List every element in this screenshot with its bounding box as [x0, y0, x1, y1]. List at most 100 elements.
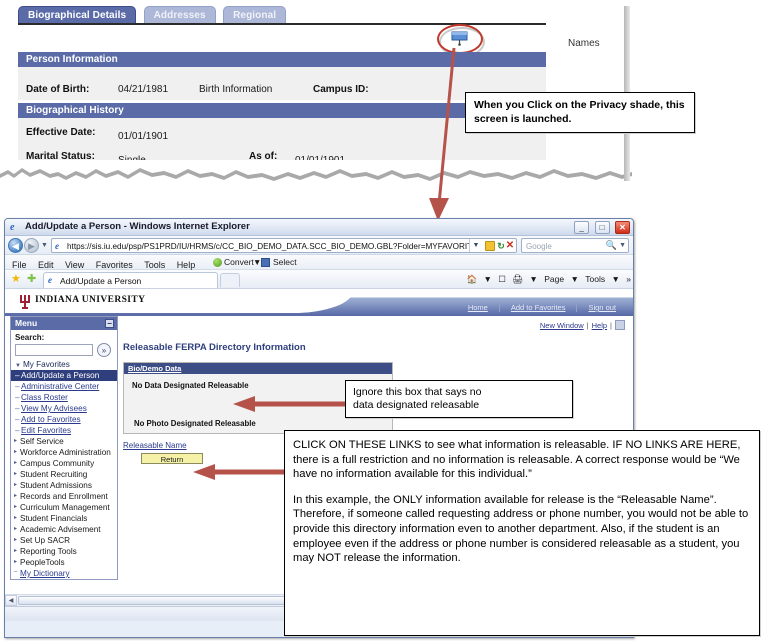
collapsed-caret-icon: ▸ — [14, 504, 18, 510]
new-tab-button[interactable] — [220, 273, 240, 287]
address-dropdown-icon[interactable]: ▼ — [469, 239, 482, 252]
search-go-button[interactable]: » — [97, 343, 111, 357]
tab-regional[interactable]: Regional — [223, 6, 287, 24]
sidebar-group-student-recruiting[interactable]: ▸ Student Recruiting — [11, 469, 117, 480]
window-title-bar: e Add/Update a Person - Windows Internet… — [5, 219, 633, 236]
sidebar-group-label: Campus Community — [20, 459, 95, 468]
stop-icon[interactable]: ✕ — [505, 241, 515, 251]
sidebar-group-academic-advisement[interactable]: ▸ Academic Advisement — [11, 524, 117, 535]
releasable-name-link[interactable]: Releasable Name — [123, 441, 187, 450]
sidebar-item-view-my-advisees[interactable]: – View My Advisees — [11, 403, 117, 414]
collapse-menu-icon[interactable]: − — [105, 319, 114, 328]
search-provider-dropdown-icon[interactable]: ▼ — [619, 242, 626, 249]
callout-links-paragraph-2: In this example, the ONLY information av… — [293, 493, 749, 565]
tab-biographical-details[interactable]: Biographical Details — [18, 6, 137, 24]
browser-search-box[interactable]: Google 🔍 ▼ — [521, 238, 629, 253]
select-command[interactable]: Select — [273, 257, 297, 267]
torn-edge — [0, 160, 632, 186]
my-favorites-header[interactable]: ▼ My Favorites — [11, 357, 117, 370]
page-favicon-icon: e — [55, 241, 59, 251]
no-photo-designated-releasable-text: No Photo Designated Releasable — [134, 419, 256, 428]
collapsed-caret-icon: ▸ — [14, 438, 18, 444]
callout-ignore-box: Ignore this box that says no data design… — [345, 380, 573, 419]
collapsed-caret-icon: ▸ — [14, 515, 18, 521]
sidebar-group-curriculum-management[interactable]: ▸ Curriculum Management — [11, 502, 117, 513]
menu-search-input[interactable] — [15, 344, 93, 356]
privacy-shade-icon[interactable] — [451, 31, 468, 46]
convert-command[interactable]: Convert — [224, 257, 254, 267]
collapsed-caret-icon: ▸ — [14, 471, 18, 477]
sidebar-group-label: Curriculum Management — [20, 503, 110, 512]
iu-header: INDIANA UNIVERSITY Home Add to Favorites S… — [5, 289, 633, 316]
page-menu[interactable]: Page — [544, 274, 564, 284]
sidebar-group-peopletools[interactable]: ▸ PeopleTools — [11, 557, 117, 568]
link-home[interactable]: Home — [457, 303, 499, 312]
sidebar-group-self-service[interactable]: ▸ Self Service — [11, 436, 117, 447]
return-button[interactable]: Return — [141, 453, 203, 464]
birth-information-link[interactable]: Birth Information — [199, 84, 272, 95]
print-dropdown-icon[interactable]: ▼ — [529, 274, 537, 284]
effective-date-value: 01/01/1901 — [118, 131, 169, 142]
sidebar-group-campus-community[interactable]: ▸ Campus Community — [11, 458, 117, 469]
forward-button[interactable]: ▶ — [24, 238, 39, 253]
favorites-and-tab-bar: ★ ✚ e Add/Update a Person 🏠 ▼ ☐ 🖨 ▼ Page… — [5, 270, 633, 289]
tab-addresses[interactable]: Addresses — [143, 6, 216, 24]
command-bar-right: 🏠 ▼ ☐ 🖨 ▼ Page ▼ Tools ▼ » — [462, 272, 631, 286]
sidebar-item-label: View My Advisees — [21, 404, 87, 413]
effective-date-label: Effective Date: — [26, 127, 96, 138]
search-label: Search: — [15, 333, 45, 342]
overflow-chevron-icon[interactable]: » — [626, 274, 631, 284]
tab-favicon-icon: e — [48, 275, 52, 285]
link-help[interactable]: Help — [592, 321, 607, 330]
sidebar-group-student-financials[interactable]: ▸ Student Financials — [11, 513, 117, 524]
expanded-caret-icon: ▼ — [15, 363, 21, 369]
callout-ignore-line1: Ignore this box that says no — [353, 386, 482, 398]
minimize-icon: _ — [579, 223, 584, 232]
back-button[interactable]: ◀ — [8, 238, 23, 253]
page-dropdown-icon[interactable]: ▼ — [570, 274, 578, 284]
sidebar-group-label: Set Up SACR — [20, 536, 71, 545]
no-data-designated-releasable-text: No Data Designated Releasable — [132, 381, 249, 390]
close-button[interactable]: ✕ — [615, 221, 630, 234]
sidebar-group-set-up-sacr[interactable]: ▸ Set Up SACR — [11, 535, 117, 546]
screenshot-root: Biographical Details Addresses Regional … — [0, 0, 762, 641]
tools-dropdown-icon[interactable]: ▼ — [611, 274, 619, 284]
sidebar-group-workforce-administration[interactable]: ▸ Workforce Administration — [11, 447, 117, 458]
sidebar-item-add-update-a-person[interactable]: – Add/Update a Person — [11, 370, 117, 381]
print-icon[interactable]: 🖨 — [512, 274, 523, 284]
sidebar-item-class-roster[interactable]: – Class Roster — [11, 392, 117, 403]
tools-menu[interactable]: Tools — [585, 274, 605, 284]
add-to-favorites-icon[interactable]: ✚ — [27, 274, 36, 285]
favorites-star-icon[interactable]: ★ — [11, 274, 21, 285]
sidebar-item-edit-favorites[interactable]: – Edit Favorites — [11, 425, 117, 436]
customize-page-icon[interactable] — [615, 320, 625, 330]
maximize-button[interactable]: □ — [594, 221, 610, 234]
collapsed-caret-icon: ▸ — [14, 526, 18, 532]
sidebar-item-label: Administrative Center — [21, 382, 100, 391]
sidebar-item-add-to-favorites[interactable]: – Add to Favorites — [11, 414, 117, 425]
search-icon[interactable]: 🔍 — [606, 240, 617, 251]
callout-privacy-text: When you Click on the Privacy shade, thi… — [474, 99, 685, 125]
link-sign-out[interactable]: Sign out — [576, 303, 627, 312]
history-dropdown-icon[interactable]: ▼ — [41, 242, 48, 249]
minimize-button[interactable]: _ — [574, 221, 590, 234]
item-dash-icon: – — [15, 371, 20, 380]
link-new-window[interactable]: New Window — [540, 321, 584, 330]
sidebar-group-records-and-enrollment[interactable]: ▸ Records and Enrollment — [11, 491, 117, 502]
navigation-bar: ◀ ▶ ▼ e https://sis.iu.edu/psp/PS1PRD/IU… — [5, 236, 633, 255]
home-dropdown-icon[interactable]: ▼ — [483, 274, 491, 284]
address-bar[interactable]: e https://sis.iu.edu/psp/PS1PRD/IU/HRMS/… — [51, 238, 517, 253]
menu-title: Menu — [15, 318, 38, 328]
sidebar-item-administrative-center[interactable]: – Administrative Center — [11, 381, 117, 392]
link-add-to-favorites[interactable]: Add to Favorites — [498, 303, 577, 312]
sidebar-item-my-dictionary[interactable]: – My Dictionary — [11, 568, 117, 579]
sidebar-group-student-admissions[interactable]: ▸ Student Admissions — [11, 480, 117, 491]
browser-tab[interactable]: e Add/Update a Person — [43, 272, 218, 288]
sidebar-group-reporting-tools[interactable]: ▸ Reporting Tools — [11, 546, 117, 557]
feeds-icon[interactable]: ☐ — [498, 274, 506, 284]
home-icon[interactable]: 🏠 — [466, 274, 477, 284]
scroll-left-icon[interactable]: ◀ — [5, 595, 17, 606]
address-url: https://sis.iu.edu/psp/PS1PRD/IU/HRMS/c/… — [67, 242, 470, 251]
my-favorites-label: My Favorites — [22, 360, 70, 369]
callout-links-paragraph-1: CLICK ON THESE LINKS to see what informa… — [293, 439, 741, 481]
